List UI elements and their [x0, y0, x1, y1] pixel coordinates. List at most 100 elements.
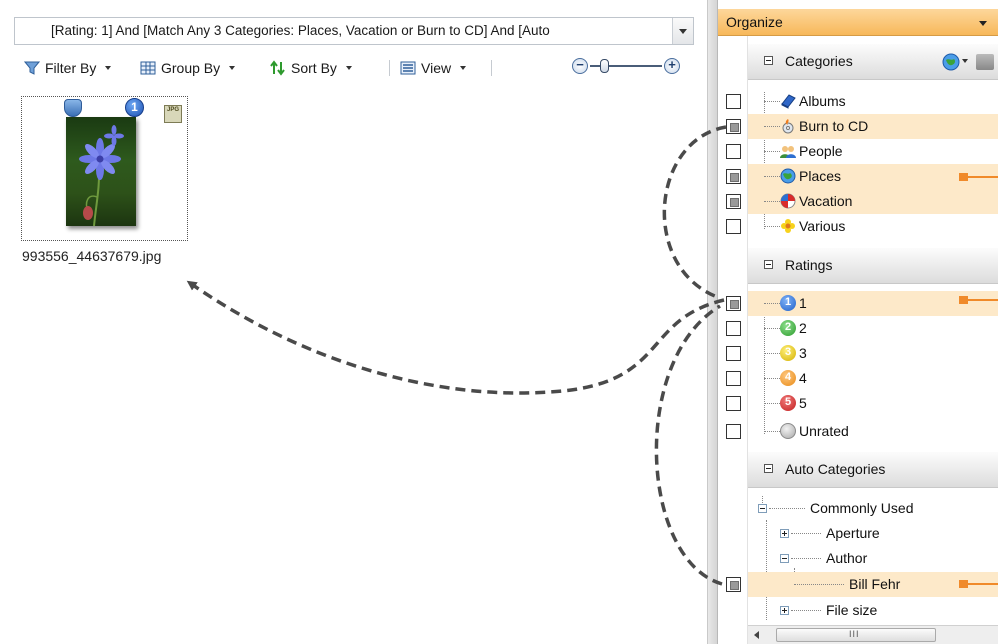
rating-2-checkbox[interactable]	[726, 321, 741, 336]
grid-icon	[140, 61, 156, 75]
rating-label: 1	[799, 295, 807, 311]
tree-branch	[794, 584, 844, 585]
organize-panel: Organize Categories Albums Burn to CD Pe…	[718, 0, 998, 644]
expand-node-icon[interactable]	[780, 606, 789, 615]
rating-3-checkbox[interactable]	[726, 346, 741, 361]
category-tag-icon	[64, 99, 82, 117]
rating-row-2[interactable]: 2 2	[718, 316, 998, 341]
rating-1-checkbox[interactable]	[726, 296, 741, 311]
flower-icon	[781, 219, 795, 233]
callout-marker	[959, 296, 998, 304]
callout-marker	[959, 173, 998, 181]
albums-checkbox[interactable]	[726, 94, 741, 109]
filter-by-button[interactable]: Filter By	[24, 58, 112, 78]
albums-book-icon	[781, 94, 796, 109]
app-window: [Rating: 1] And [Match Any 3 Categories:…	[0, 0, 998, 644]
rating-4-checkbox[interactable]	[726, 371, 741, 386]
category-row-burn-to-cd[interactable]: Burn to CD	[718, 114, 998, 139]
categories-section-header[interactable]: Categories	[748, 44, 998, 80]
group-by-button[interactable]: Group By	[140, 58, 236, 78]
tree-branch	[764, 303, 780, 304]
rating-row-4[interactable]: 4 4	[718, 366, 998, 391]
auto-row-bill-fehr[interactable]: Bill Fehr	[718, 572, 998, 597]
zoom-thumb[interactable]	[600, 59, 609, 73]
rating-badge: 1	[125, 98, 144, 117]
rating-badge: 1	[780, 295, 796, 311]
beach-ball-icon	[780, 193, 796, 209]
tree-branch	[764, 126, 780, 127]
add-category-globe-icon[interactable]	[942, 52, 962, 72]
rating-badge: 3	[780, 345, 796, 361]
tree-branch	[764, 403, 780, 404]
category-row-people[interactable]: People	[718, 139, 998, 164]
category-row-various[interactable]: Various	[718, 214, 998, 239]
auto-row-file-size[interactable]: File size	[718, 598, 998, 623]
delete-icon[interactable]	[976, 54, 994, 70]
organize-header[interactable]: Organize	[718, 9, 998, 36]
funnel-icon	[24, 61, 40, 75]
zoom-out-button[interactable]: −	[572, 57, 588, 74]
horizontal-scrollbar[interactable]: III	[748, 625, 998, 644]
scroll-left-arrow-icon[interactable]	[754, 631, 759, 639]
category-label: Burn to CD	[799, 118, 869, 134]
scroll-thumb[interactable]: III	[776, 628, 936, 642]
various-checkbox[interactable]	[726, 219, 741, 234]
organize-dropdown-icon[interactable]	[979, 21, 987, 26]
tree-branch	[791, 533, 821, 534]
tree-branch	[764, 101, 780, 102]
zoom-slider[interactable]: − +	[572, 57, 682, 76]
sort-by-button[interactable]: Sort By	[270, 58, 352, 78]
jpg-file-icon: JPG	[164, 105, 182, 123]
rating-row-3[interactable]: 3 3	[718, 341, 998, 366]
category-row-vacation[interactable]: Vacation	[718, 189, 998, 214]
people-checkbox[interactable]	[726, 144, 741, 159]
category-row-places[interactable]: Places	[718, 164, 998, 189]
view-button[interactable]: View	[400, 58, 467, 78]
add-category-caret-icon[interactable]	[962, 59, 968, 63]
ratings-section-header[interactable]: Ratings	[748, 248, 998, 284]
auto-category-label: Author	[826, 550, 868, 566]
auto-categories-section-header[interactable]: Auto Categories	[748, 452, 998, 488]
expand-node-icon[interactable]	[780, 529, 789, 538]
rating-badge: 4	[780, 370, 796, 386]
rating-label: 5	[799, 395, 807, 411]
zoom-in-button[interactable]: +	[664, 57, 680, 74]
image-thumbnail[interactable]: 1 JPG	[21, 96, 188, 241]
collapse-icon[interactable]	[764, 464, 773, 473]
filter-breadcrumb-bar[interactable]: [Rating: 1] And [Match Any 3 Categories:…	[14, 17, 694, 45]
burn-to-cd-checkbox[interactable]	[726, 119, 741, 134]
collapse-icon[interactable]	[764, 260, 773, 269]
tree-branch	[764, 151, 780, 152]
collapse-node-icon[interactable]	[780, 554, 789, 563]
auto-row-author[interactable]: Author	[718, 546, 998, 571]
rating-row-5[interactable]: 5 5	[718, 391, 998, 416]
category-label: Albums	[799, 93, 846, 109]
collapse-node-icon[interactable]	[758, 504, 767, 513]
places-checkbox[interactable]	[726, 169, 741, 184]
rating-row-1[interactable]: 1 1	[718, 291, 998, 316]
category-row-albums[interactable]: Albums	[718, 89, 998, 114]
rating-label: 3	[799, 345, 807, 361]
vacation-checkbox[interactable]	[726, 194, 741, 209]
collapse-icon[interactable]	[764, 56, 773, 65]
auto-row-commonly-used[interactable]: Commonly Used	[718, 496, 998, 521]
rating-5-checkbox[interactable]	[726, 396, 741, 411]
auto-row-aperture[interactable]: Aperture	[718, 521, 998, 546]
unrated-checkbox[interactable]	[726, 424, 741, 439]
organize-title: Organize	[726, 14, 783, 30]
category-label: Vacation	[799, 193, 853, 209]
category-label: People	[799, 143, 843, 159]
burn-cd-icon	[782, 119, 794, 134]
auto-category-label: Commonly Used	[810, 500, 914, 516]
rating-row-unrated[interactable]: Unrated	[718, 419, 998, 444]
rating-label: Unrated	[799, 423, 849, 439]
tree-branch	[791, 610, 821, 611]
tree-branch	[764, 176, 780, 177]
auto-category-label: File size	[826, 602, 878, 618]
pane-splitter[interactable]	[707, 0, 718, 644]
breadcrumb-dropdown-button[interactable]	[672, 18, 693, 44]
bill-fehr-checkbox[interactable]	[726, 577, 741, 592]
category-label: Various	[799, 218, 846, 234]
tree-branch	[764, 353, 780, 354]
tree-branch	[764, 226, 780, 227]
